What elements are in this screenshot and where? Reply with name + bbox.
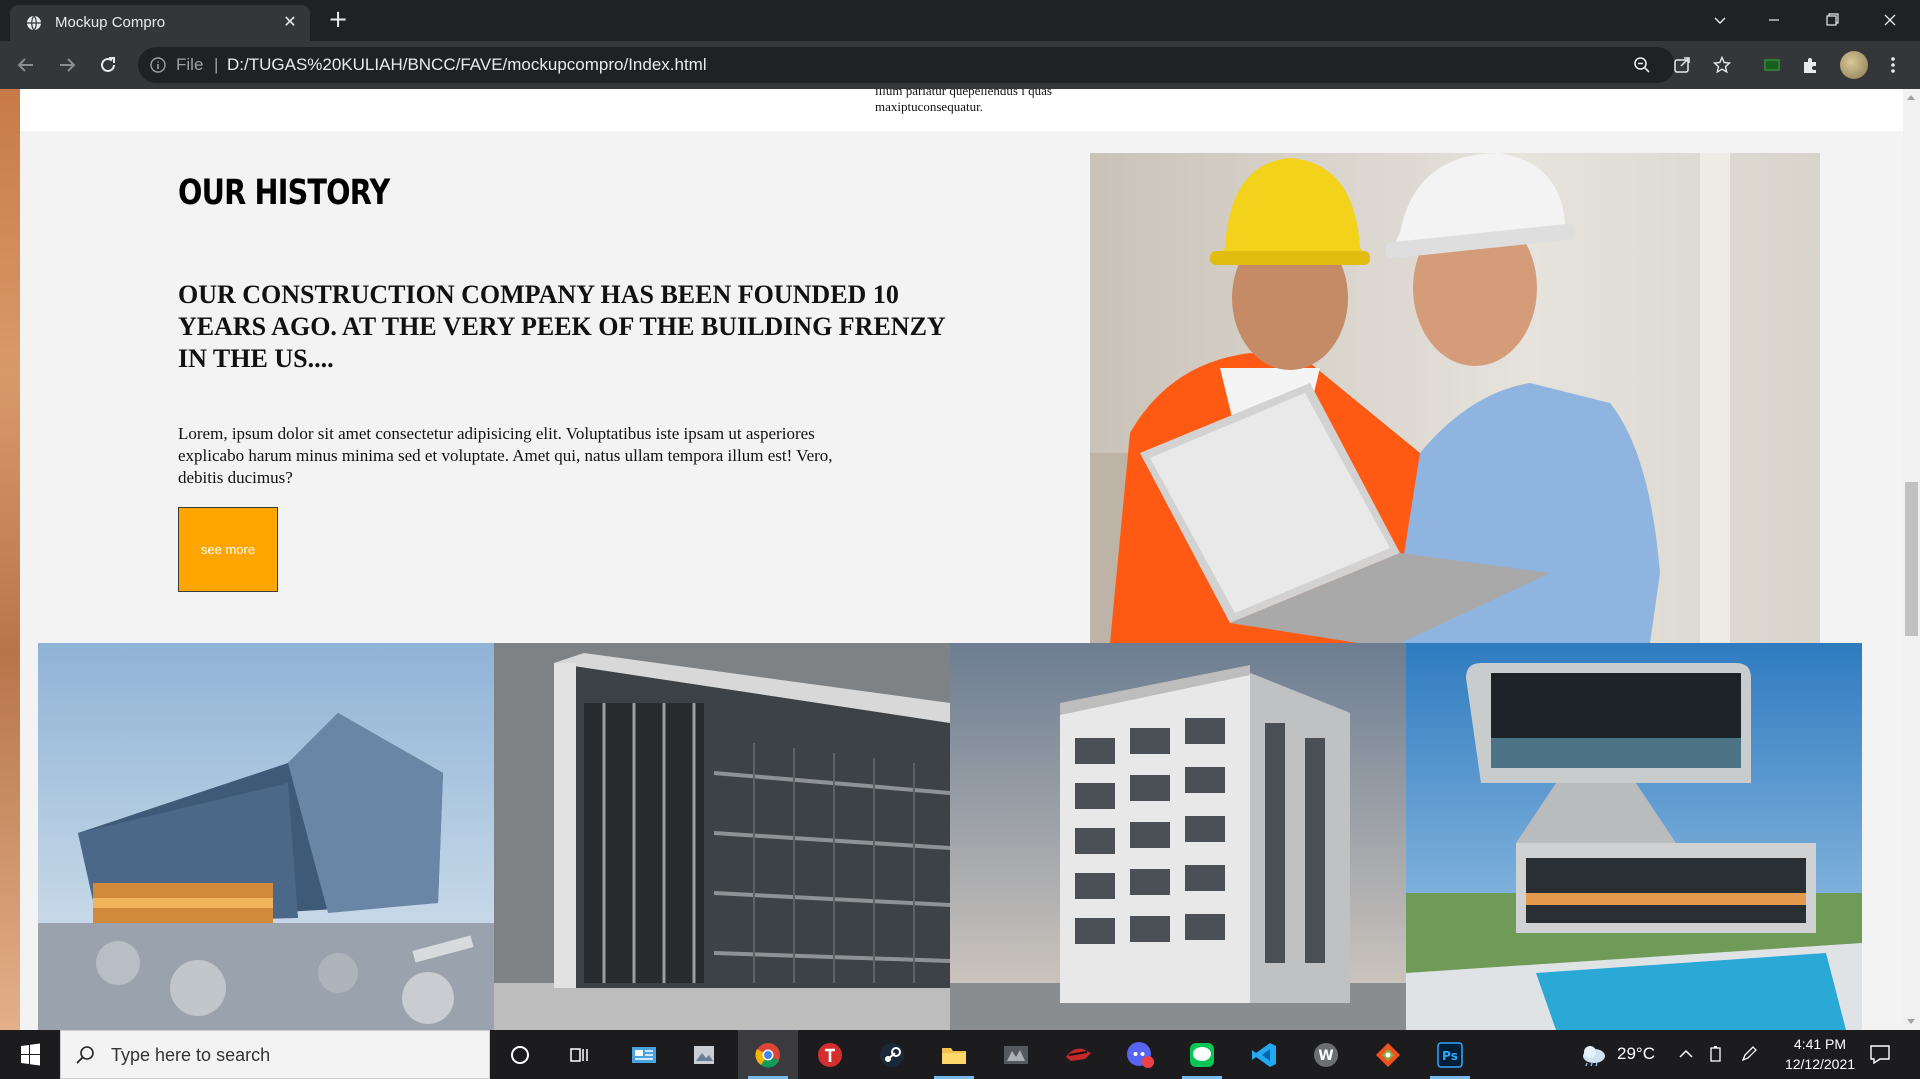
history-title: OUR HISTORY (178, 173, 390, 213)
search-icon (76, 1046, 94, 1064)
wordpress-app-icon[interactable]: W (1296, 1030, 1356, 1079)
project-gallery (38, 643, 1862, 1030)
clock-date: 12/12/2021 (1784, 1056, 1856, 1072)
search-placeholder: Type here to search (111, 1045, 271, 1065)
page-background-edge (0, 89, 20, 1030)
engineers-photo (1090, 153, 1820, 643)
scheme-label: File (176, 55, 204, 74)
chrome-icon[interactable] (738, 1030, 798, 1079)
app-t-icon[interactable] (800, 1030, 860, 1079)
gallery-image-office-building[interactable] (494, 643, 950, 1030)
url-text[interactable]: D:/TUGAS%20KULIAH/BNCC/FAVE/mockupcompro… (227, 55, 707, 75)
previous-section-text: illum pariatur quepellendus i quas maxip… (875, 89, 1052, 114)
cortana-icon[interactable] (490, 1030, 550, 1079)
scheme-separator: | (214, 55, 219, 74)
profile-avatar[interactable] (1840, 51, 1868, 79)
taskbar-search-box[interactable]: Type here to search (60, 1030, 490, 1079)
svg-text:W: W (1318, 1048, 1333, 1064)
share-icon[interactable] (1673, 56, 1691, 74)
battery-icon[interactable] (1707, 1045, 1725, 1063)
bookmark-star-icon[interactable] (1713, 56, 1731, 74)
history-body: Lorem, ipsum dolor sit amet consectetur … (178, 424, 833, 487)
chevron-up-icon[interactable] (1677, 1045, 1695, 1063)
clock[interactable]: 4:41 PM 12/12/2021 (1770, 1034, 1870, 1074)
line-app-icon[interactable] (1172, 1030, 1232, 1079)
more-menu-icon[interactable] (1882, 54, 1904, 76)
discord-icon[interactable] (1110, 1030, 1170, 1079)
weather-temperature[interactable]: 29°C (1617, 1044, 1655, 1064)
widgets-app-icon[interactable] (614, 1030, 674, 1079)
zoom-icon[interactable] (1633, 56, 1651, 74)
steam-icon[interactable] (862, 1030, 922, 1079)
gallery-image-glass-hall[interactable] (38, 643, 494, 1030)
page-viewport: illum pariatur quepellendus i quas maxip… (0, 89, 1903, 1030)
clock-time: 4:41 PM (1793, 1036, 1847, 1052)
pen-icon[interactable] (1740, 1045, 1758, 1063)
browser-titlebar: Mockup Compro ✕ + (0, 0, 1920, 41)
tab-close-icon[interactable]: ✕ (280, 12, 300, 32)
forward-arrow-icon[interactable] (55, 53, 79, 77)
tab-search-icon[interactable] (1697, 0, 1743, 41)
task-view-icon[interactable] (550, 1030, 610, 1079)
new-tab-button[interactable]: + (326, 7, 350, 32)
scroll-up-arrow-icon[interactable] (1907, 95, 1915, 100)
scroll-down-arrow-icon[interactable] (1907, 1019, 1915, 1024)
history-subtitle: OUR CONSTRUCTION COMPANY HAS BEEN FOUNDE… (178, 280, 945, 373)
scrollbar-thumb[interactable] (1905, 482, 1918, 636)
history-section: OUR HISTORY OUR CONSTRUCTION COMPANY HAS… (38, 131, 1862, 643)
extensions-puzzle-icon[interactable] (1800, 54, 1822, 76)
address-bar[interactable]: File | D:/TUGAS%20KULIAH/BNCC/FAVE/mocku… (138, 47, 1731, 83)
windows-taskbar: Type here to search W Ps 29°C 4:41 PM 12… (0, 1030, 1920, 1079)
gallery-image-apartment-tower[interactable] (950, 643, 1406, 1030)
close-window-icon[interactable] (1867, 0, 1913, 41)
globe-icon (27, 15, 41, 31)
notification-icon[interactable] (1868, 1043, 1892, 1065)
photoshop-icon[interactable]: Ps (1420, 1030, 1480, 1079)
info-icon[interactable] (150, 57, 166, 73)
browser-toolbar: File | D:/TUGAS%20KULIAH/BNCC/FAVE/mocku… (0, 41, 1920, 89)
file-explorer-icon[interactable] (924, 1030, 984, 1079)
media-app-icon[interactable] (986, 1030, 1046, 1079)
game-app-icon[interactable] (1048, 1030, 1108, 1079)
restore-icon[interactable] (1809, 0, 1855, 41)
back-arrow-icon[interactable] (14, 53, 38, 77)
previous-section: illum pariatur quepellendus i quas maxip… (20, 89, 1903, 131)
extension-screen-icon[interactable] (1761, 54, 1783, 76)
weather-cloud-icon[interactable] (1578, 1041, 1608, 1067)
tab-title: Mockup Compro (55, 14, 166, 31)
vscode-icon[interactable] (1234, 1030, 1294, 1079)
see-more-button[interactable]: see more (178, 507, 278, 592)
windows-start-icon[interactable] (0, 1030, 60, 1079)
svg-text:Ps: Ps (1442, 1049, 1458, 1063)
reload-icon[interactable] (96, 53, 120, 77)
photos-app-icon[interactable] (674, 1030, 734, 1079)
browser-tab[interactable]: Mockup Compro ✕ (10, 5, 310, 41)
git-app-icon[interactable] (1358, 1030, 1418, 1079)
page-scrollbar[interactable] (1903, 89, 1920, 1030)
gallery-image-cantilever-house[interactable] (1406, 643, 1862, 1030)
minimize-icon[interactable] (1751, 0, 1797, 41)
